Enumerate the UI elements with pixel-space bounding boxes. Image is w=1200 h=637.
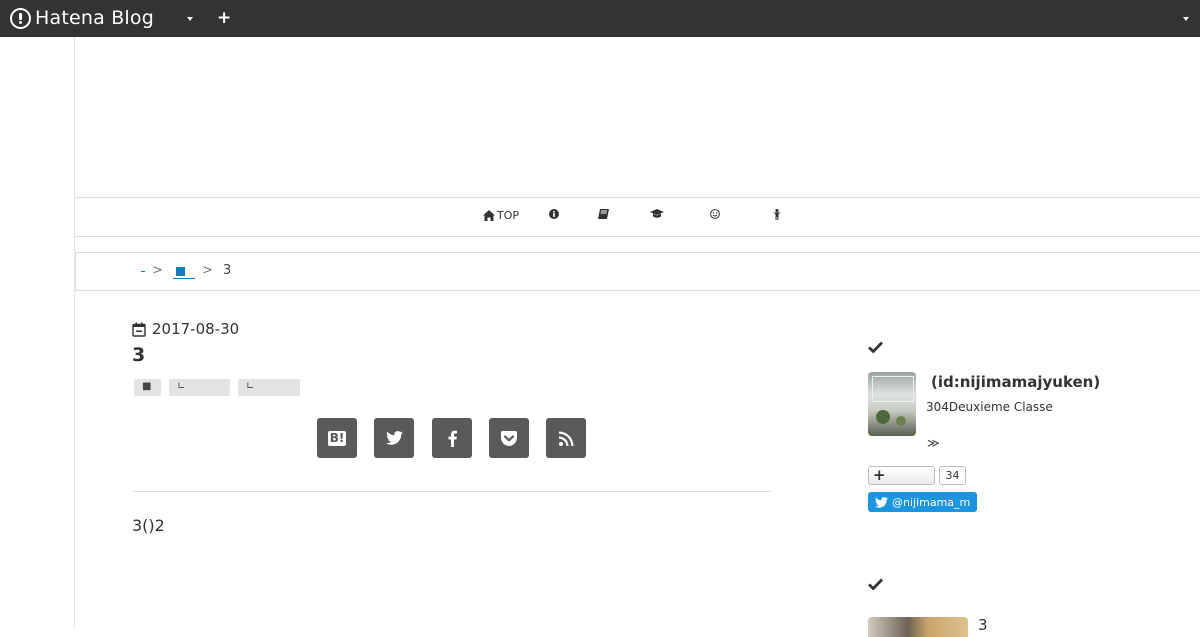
category-tag[interactable]: ■ [134, 379, 161, 396]
child-icon [773, 209, 781, 220]
twitter-icon [385, 431, 403, 445]
calendar-icon [132, 322, 146, 337]
nav-item-child[interactable] [773, 209, 781, 220]
article-date[interactable]: 2017-08-30 [132, 320, 239, 338]
avatar[interactable] [868, 372, 916, 436]
hatena-bookmark-icon: B! [327, 430, 347, 446]
nav-item-smile[interactable] [710, 209, 720, 219]
left-divider [74, 37, 75, 630]
article-divider [132, 491, 772, 492]
profile-description: 304Deuxieme Classe [926, 400, 1053, 414]
nav-item-info[interactable] [549, 209, 559, 219]
breadcrumb-link-home[interactable] [141, 271, 145, 272]
plus-icon: + [873, 466, 886, 484]
twitter-follow-button[interactable]: @nijimama_m [868, 492, 977, 512]
breadcrumb-separator: > [202, 263, 213, 278]
subscribe-button[interactable]: + [868, 466, 935, 485]
breadcrumb-separator: > [152, 263, 163, 278]
recent-entry-title[interactable]: 3 [978, 616, 988, 634]
twitter-share-button[interactable] [374, 418, 414, 458]
nav-item-study[interactable] [650, 209, 664, 219]
home-icon [483, 210, 495, 221]
breadcrumb-link-category[interactable] [173, 266, 195, 279]
global-nav: TOP [75, 197, 1200, 237]
article-body: 3()2 [132, 516, 165, 535]
top-bar: Hatena Blog + [0, 0, 1200, 37]
recent-entry-thumbnail[interactable] [868, 617, 968, 637]
breadcrumb: > > 3 [75, 252, 1200, 291]
pocket-icon [501, 430, 517, 446]
profile-section-check-icon [868, 338, 884, 357]
book-icon [598, 209, 609, 219]
article-title[interactable]: 3 [132, 344, 145, 366]
profile-more-link[interactable]: ≫ [927, 436, 940, 450]
category-tag[interactable]: ∟ [169, 379, 230, 396]
recent-section-check-icon [868, 575, 884, 594]
twitter-icon [875, 496, 888, 508]
brand-name: Hatena Blog [35, 7, 154, 29]
user-menu-caret-icon[interactable] [1183, 17, 1189, 21]
graduation-cap-icon [650, 209, 664, 218]
category-tag[interactable]: ∟ [238, 379, 300, 396]
article-date-text: 2017-08-30 [152, 320, 240, 338]
smile-icon [710, 209, 720, 219]
nav-item-label: TOP [497, 209, 520, 222]
pocket-share-button[interactable] [489, 418, 529, 458]
rss-feed-button[interactable] [546, 418, 586, 458]
blog-menu-caret-icon[interactable] [187, 17, 193, 21]
nav-item-book[interactable] [598, 209, 609, 219]
info-circle-icon [549, 209, 559, 219]
facebook-icon [448, 430, 457, 447]
twitter-handle: @nijimama_m [892, 495, 971, 509]
hatena-bookmark-share-button[interactable]: B! [317, 418, 357, 458]
new-post-plus-icon[interactable]: + [217, 8, 231, 28]
profile-id[interactable]: (id:nijimamajyuken) [931, 373, 1100, 391]
rss-icon [558, 431, 573, 446]
nav-item-top[interactable]: TOP [483, 209, 519, 222]
subscriber-count[interactable]: 34 [939, 466, 966, 485]
facebook-share-button[interactable] [432, 418, 472, 458]
breadcrumb-current: 3 [223, 263, 232, 278]
hatena-logo-icon [10, 7, 31, 29]
hatena-blog-logo[interactable]: Hatena Blog [10, 7, 154, 29]
